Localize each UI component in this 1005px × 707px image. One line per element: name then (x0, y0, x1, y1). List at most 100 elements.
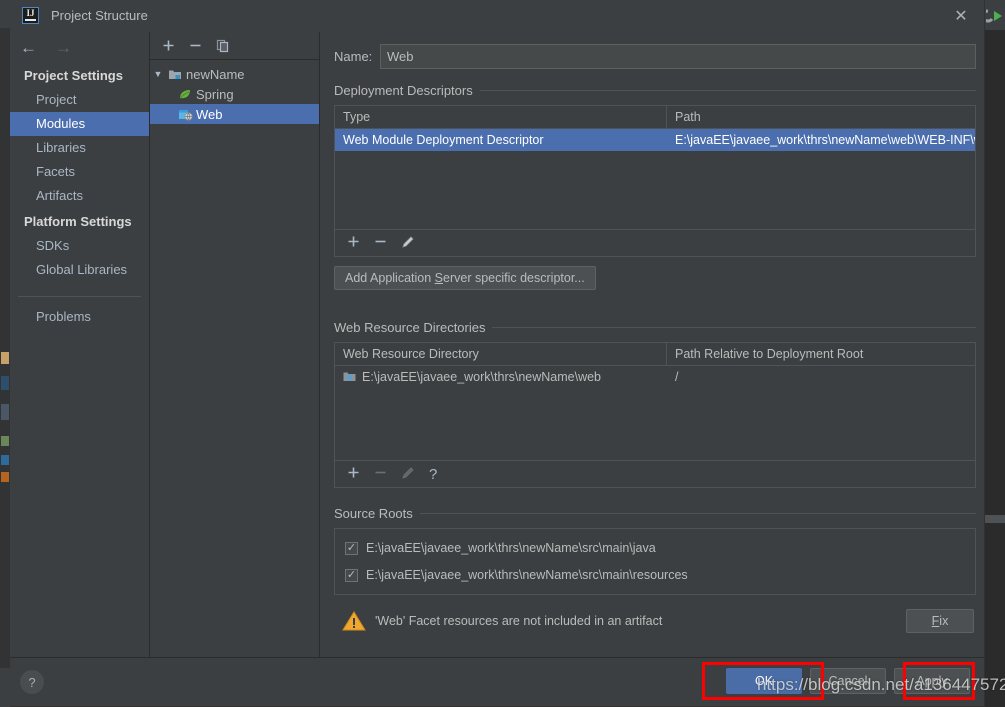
sidebar-item-libraries[interactable]: Libraries (10, 136, 149, 160)
source-roots-section: Source Roots ✓ E:\javaEE\javaee_work\thr… (334, 506, 976, 595)
minus-icon[interactable] (189, 39, 202, 52)
sidebar-group-project-settings: Project Settings (24, 68, 123, 83)
close-icon[interactable]: ✕ (938, 0, 984, 32)
spring-leaf-icon (176, 88, 194, 101)
table-empty-space (335, 151, 975, 229)
arrow-right-icon[interactable]: → (55, 39, 72, 56)
plus-icon[interactable] (162, 39, 175, 52)
column-header-path[interactable]: Path (667, 106, 975, 128)
dialog-action-buttons: OK Cancel Apply (726, 668, 970, 694)
section-title: Source Roots (334, 506, 413, 521)
section-title: Web Resource Directories (334, 320, 486, 335)
background-code-line (1, 404, 9, 420)
background-code-line (1, 376, 9, 390)
sidebar-item-facets[interactable]: Facets (10, 160, 149, 184)
section-divider (419, 513, 976, 514)
web-resource-directories-header: Web Resource Directories (334, 320, 976, 335)
module-name-input[interactable] (380, 44, 976, 69)
module-tree-toolbar (150, 32, 319, 60)
plus-icon[interactable] (347, 235, 360, 251)
cell-relative-path: / (675, 370, 679, 384)
sidebar-item-problems[interactable]: Problems (10, 305, 149, 329)
sidebar-group-platform-settings: Platform Settings (24, 214, 132, 229)
section-divider (479, 90, 976, 91)
deployment-descriptors-header: Deployment Descriptors (334, 83, 976, 98)
help-question-icon[interactable]: ? (429, 467, 437, 482)
cell-web-resource-directory: E:\javaEE\javaee_work\thrs\newName\web (335, 370, 667, 384)
checkbox-checked-icon[interactable]: ✓ (345, 541, 358, 555)
sidebar-item-modules[interactable]: Modules (10, 112, 149, 136)
minus-icon (374, 466, 387, 482)
source-roots-header: Source Roots (334, 506, 976, 521)
background-ide-right-strip (985, 0, 1005, 707)
pencil-edit-icon (401, 466, 415, 483)
sidebar-nav: ← → (10, 32, 149, 62)
pencil-edit-icon[interactable] (401, 235, 415, 252)
arrow-left-icon[interactable]: ← (20, 39, 37, 56)
background-code-line (1, 352, 9, 364)
intellij-idea-logo-icon: IJ (22, 7, 39, 24)
tree-node-newname[interactable]: ▼ newName (150, 64, 319, 84)
table-header: Type Path (335, 106, 975, 129)
table-empty-space (335, 388, 975, 460)
artifact-warning-text: 'Web' Facet resources are not included i… (375, 614, 663, 628)
column-header-relative-path[interactable]: Path Relative to Deployment Root (667, 343, 975, 365)
add-application-server-descriptor-button[interactable]: Add Application Server specific descript… (334, 266, 596, 290)
module-name-row: Name: (334, 44, 976, 69)
dialog-titlebar: IJ Project Structure ✕ (10, 0, 984, 32)
screen: IJ Project Structure ✕ ← → Project Setti… (0, 0, 1005, 707)
deployment-descriptors-table: Type Path Web Module Deployment Descript… (334, 105, 976, 257)
source-root-item[interactable]: ✓ E:\javaEE\javaee_work\thrs\newName\src… (335, 564, 975, 586)
copy-icon[interactable] (216, 39, 230, 53)
web-resource-directories-toolbar: ? (335, 460, 975, 487)
deployment-descriptors-toolbar (335, 229, 975, 256)
tree-node-web[interactable]: Web (150, 104, 319, 124)
settings-sidebar: ← → Project Settings Project Modules Lib… (10, 32, 150, 657)
chevron-down-icon[interactable]: ▼ (150, 69, 166, 79)
artifact-warning-row: 'Web' Facet resources are not included i… (334, 609, 976, 633)
cancel-button[interactable]: Cancel (810, 668, 886, 694)
dialog-title: Project Structure (51, 8, 148, 23)
sidebar-divider (18, 296, 141, 297)
deployment-descriptors-section: Deployment Descriptors Type Path Web Mod… (334, 83, 976, 290)
section-title: Deployment Descriptors (334, 83, 473, 98)
background-code-line (1, 472, 9, 482)
background-editor-strip (0, 28, 10, 668)
column-header-type[interactable]: Type (335, 106, 667, 128)
column-header-web-resource-directory[interactable]: Web Resource Directory (335, 343, 667, 365)
web-facet-icon (176, 108, 194, 121)
table-row[interactable]: Web Module Deployment Descriptor E:\java… (335, 129, 975, 151)
section-divider (492, 327, 976, 328)
run-arrow-icon[interactable] (981, 8, 1004, 24)
tree-node-spring[interactable]: Spring (150, 84, 319, 104)
table-row[interactable]: E:\javaEE\javaee_work\thrs\newName\web / (335, 366, 975, 388)
help-question-icon[interactable]: ? (20, 670, 44, 694)
cell-path: E:\javaEE\javaee_work\thrs\newName\web\W… (675, 133, 975, 147)
source-root-label: E:\javaEE\javaee_work\thrs\newName\src\m… (366, 541, 656, 555)
dialog-footer: ? OK Cancel Apply (10, 657, 984, 706)
tree-node-label: newName (186, 66, 245, 82)
checkbox-checked-icon[interactable]: ✓ (345, 568, 358, 582)
sidebar-item-global-libraries[interactable]: Global Libraries (10, 258, 149, 282)
folder-web-icon (343, 371, 356, 383)
ok-button[interactable]: OK (726, 668, 802, 694)
sidebar-item-project[interactable]: Project (10, 88, 149, 112)
fix-button[interactable]: Fix (906, 609, 974, 633)
sidebar-item-sdks[interactable]: SDKs (10, 234, 149, 258)
tree-node-label: Spring (196, 86, 234, 102)
minus-icon[interactable] (374, 235, 387, 251)
apply-button[interactable]: Apply (894, 668, 970, 694)
dialog-body: ← → Project Settings Project Modules Lib… (10, 32, 984, 657)
module-name-label: Name: (334, 49, 373, 64)
module-folder-icon (166, 68, 184, 81)
project-structure-dialog: IJ Project Structure ✕ ← → Project Setti… (10, 0, 985, 707)
background-scrollbar[interactable] (985, 515, 1005, 523)
module-settings-panel: Name: Deployment Descriptors Type Path (320, 32, 984, 657)
background-code-line (1, 436, 9, 446)
sidebar-item-artifacts[interactable]: Artifacts (10, 184, 149, 208)
tree-node-label: Web (196, 106, 223, 122)
plus-icon[interactable] (347, 466, 360, 482)
table-header: Web Resource Directory Path Relative to … (335, 343, 975, 366)
source-root-item[interactable]: ✓ E:\javaEE\javaee_work\thrs\newName\src… (335, 537, 975, 559)
background-code-line (1, 455, 9, 465)
